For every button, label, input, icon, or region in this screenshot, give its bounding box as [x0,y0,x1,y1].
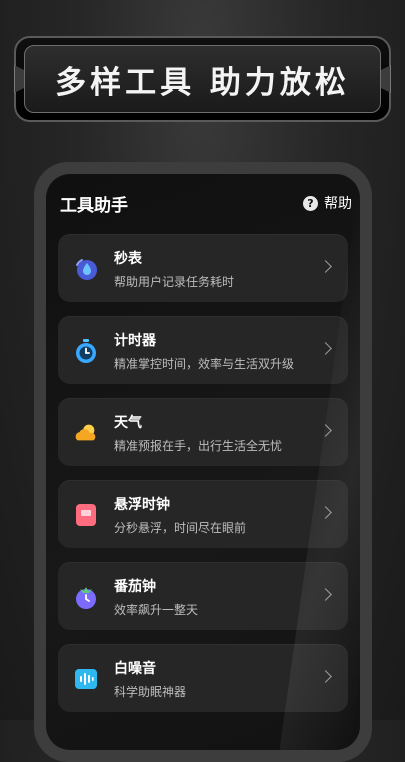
tool-item-pomodoro[interactable]: 番茄钟 效率飙升一整天 [58,562,348,630]
help-label: 帮助 [324,196,352,212]
chevron-right-icon [319,506,332,519]
tool-item-weather[interactable]: 天气 精准预报在手，出行生活全无忧 [58,398,348,466]
chevron-right-icon [319,588,332,601]
tool-list: 秒表 帮助用户记录任务耗时 计时器 精准掌控时间，效率与生活双升级 天气 精准预… [58,234,348,726]
help-icon: ? [303,195,318,211]
tool-item-stopwatch[interactable]: 秒表 帮助用户记录任务耗时 [58,234,348,302]
floating-clock-icon [73,502,99,528]
tool-item-timer[interactable]: 计时器 精准掌控时间，效率与生活双升级 [58,316,348,384]
tool-desc: 精准掌控时间，效率与生活双升级 [114,357,295,371]
chevron-right-icon [319,342,332,355]
tomato-clock-icon [73,584,99,610]
phone-frame: 工具助手 ? 帮助 秒表 帮助用户记录任务耗时 计时器 精准掌控时间，效率与生活… [34,162,372,762]
help-button[interactable]: ? 帮助 [303,193,352,213]
page-title: 工具助手 [60,195,128,216]
tool-desc: 分秒悬浮，时间尽在眼前 [114,521,247,535]
tool-item-white-noise[interactable]: 白噪音 科学助眠神器 [58,644,348,712]
chevron-right-icon [319,424,332,437]
tool-title: 天气 [114,415,142,431]
white-noise-icon [73,666,99,692]
timer-icon [73,338,99,364]
promo-banner: 多样工具 助力放松 [14,36,391,122]
tool-title: 悬浮时钟 [114,497,170,513]
app-header: 工具助手 ? 帮助 [60,190,352,216]
tool-title: 计时器 [114,333,156,349]
tool-desc: 精准预报在手，出行生活全无忧 [114,439,283,453]
stopwatch-drop-icon [73,256,99,282]
tool-desc: 科学助眠神器 [114,685,187,699]
weather-cloud-sun-icon [73,420,99,446]
chevron-right-icon [319,670,332,683]
chevron-right-icon [319,260,332,273]
tool-title: 番茄钟 [114,579,156,595]
tool-item-floating-clock[interactable]: 悬浮时钟 分秒悬浮，时间尽在眼前 [58,480,348,548]
banner-plate: 多样工具 助力放松 [24,45,381,113]
tool-desc: 帮助用户记录任务耗时 [114,275,235,289]
banner-title: 多样工具 助力放松 [55,64,350,101]
tool-title: 秒表 [114,251,142,267]
tool-desc: 效率飙升一整天 [114,603,199,617]
tool-title: 白噪音 [114,661,156,677]
app-screen: 工具助手 ? 帮助 秒表 帮助用户记录任务耗时 计时器 精准掌控时间，效率与生活… [46,174,360,750]
